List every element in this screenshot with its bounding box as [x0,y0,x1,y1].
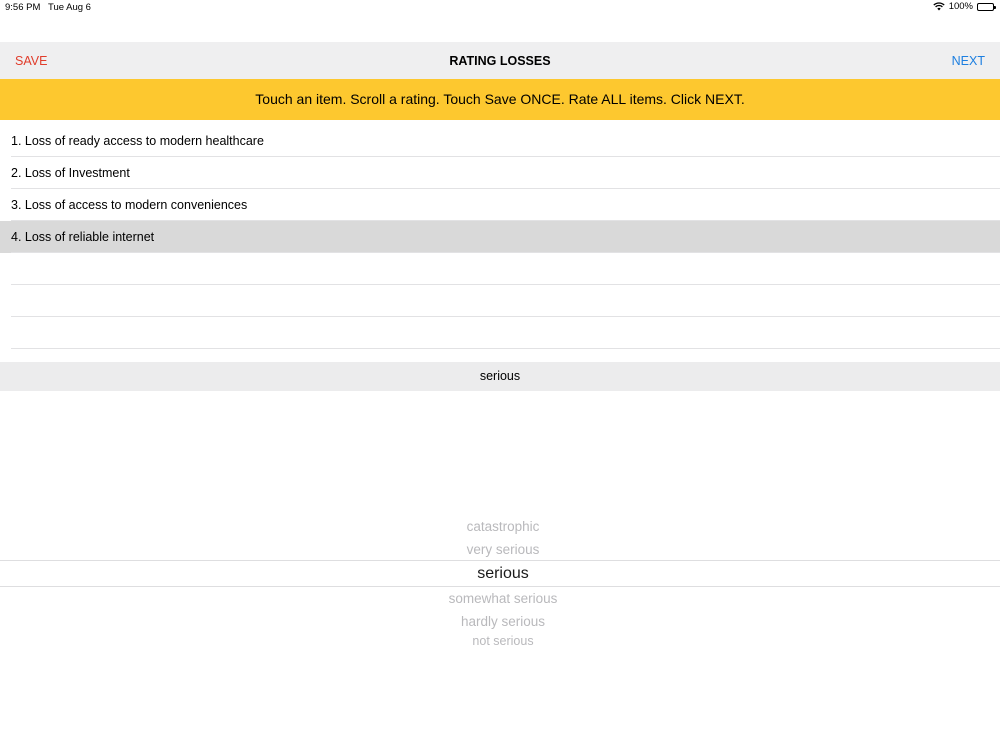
current-rating: serious [0,362,1000,391]
picker-option-not-serious[interactable]: not serious [0,634,1000,648]
picker-option-very-serious[interactable]: very serious [0,542,1000,557]
list-item-selected[interactable]: 4. Loss of reliable internet [0,221,1000,253]
picker-option-catastrophic[interactable]: catastrophic [0,519,1000,534]
picker-option-hardly-serious[interactable]: hardly serious [0,614,1000,629]
status-time: 9:56 PM [5,2,41,13]
picker-selection-line-top [0,560,1000,561]
picker-option-serious[interactable]: serious [0,565,1000,583]
picker-selection-line-bottom [0,586,1000,587]
battery-percent: 100% [948,1,973,12]
instruction-banner: Touch an item. Scroll a rating. Touch Sa… [0,79,1000,120]
item-list: 1. Loss of ready access to modern health… [0,125,1000,349]
picker-option-somewhat-serious[interactable]: somewhat serious [0,591,1000,606]
list-item[interactable]: 1. Loss of ready access to modern health… [0,125,1000,157]
wifi-icon [933,2,945,11]
page-title: RATING LOSSES [449,54,551,68]
empty-list-row [0,285,1000,317]
empty-list-row [0,253,1000,285]
nav-bar: RATING LOSSES SAVE NEXT [0,42,1000,79]
battery-icon [977,2,996,11]
list-item[interactable]: 2. Loss of Investment [0,157,1000,189]
list-item[interactable]: 3. Loss of access to modern conveniences [0,189,1000,221]
status-date: Tue Aug 6 [48,2,91,13]
rating-picker[interactable]: catastrophic very serious serious somewh… [0,500,1000,670]
next-button[interactable]: NEXT [952,54,985,68]
empty-list-row [0,317,1000,349]
save-button[interactable]: SAVE [15,54,47,68]
status-right: 100% [933,1,996,12]
status-bar: 9:56 PM Tue Aug 6 100% [0,0,1000,16]
